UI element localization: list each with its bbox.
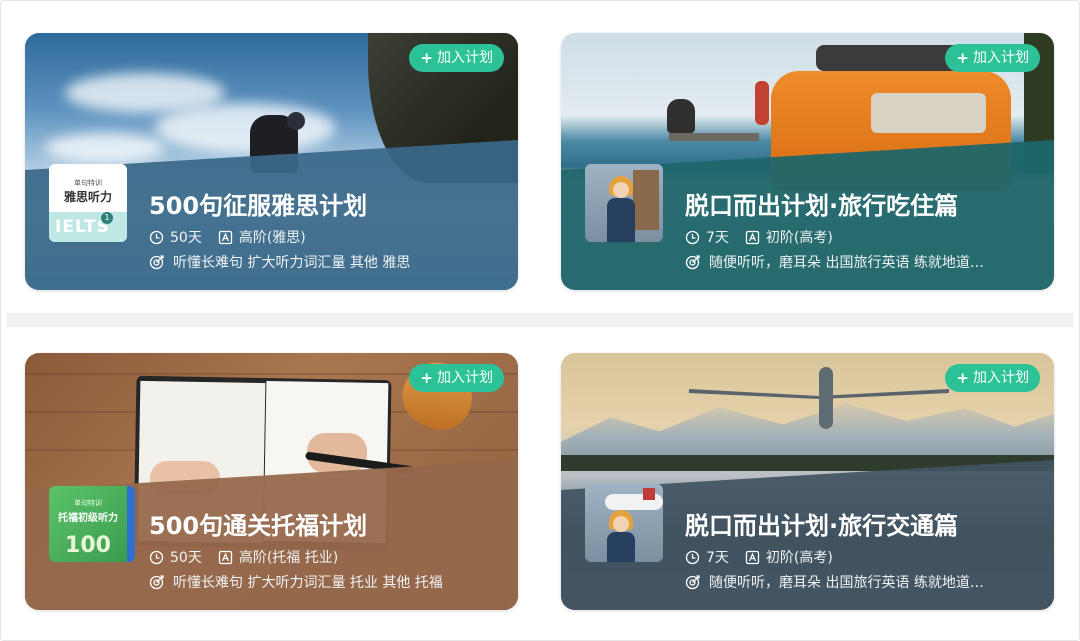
clock-icon bbox=[685, 550, 700, 565]
level-icon bbox=[218, 230, 233, 245]
plan-level: 初阶(高考) bbox=[765, 230, 833, 246]
plan-duration: 7天 bbox=[706, 550, 729, 566]
plan-description: 听懂长难句 扩大听力词汇量 托业 其他 托福 bbox=[149, 572, 443, 592]
level-icon bbox=[218, 550, 233, 565]
plan-duration: 7天 bbox=[706, 230, 729, 246]
plan-duration: 50天 bbox=[170, 550, 202, 566]
target-icon bbox=[149, 254, 165, 270]
plus-icon: + bbox=[956, 369, 969, 387]
plan-description: 随便听听，磨耳朵 出国旅行英语 练就地道… bbox=[685, 572, 984, 592]
target-icon bbox=[685, 574, 701, 590]
plan-title: 脱口而出计划·旅行交通篇 bbox=[685, 512, 959, 540]
plus-icon: + bbox=[420, 49, 433, 67]
plan-title: 500句通关托福计划 bbox=[149, 512, 368, 540]
plan-description: 随便听听，磨耳朵 出国旅行英语 练就地道… bbox=[685, 252, 984, 272]
plus-icon: + bbox=[956, 49, 969, 67]
clock-icon bbox=[685, 230, 700, 245]
plan-duration: 50天 bbox=[170, 230, 202, 246]
plan-card-travel-transport[interactable]: + 加入计划 脱口而出计划·旅行交通篇 7天 初阶(高考) 随便听听，磨耳朵 出… bbox=[561, 353, 1054, 610]
target-icon bbox=[685, 254, 701, 270]
plan-title: 脱口而出计划·旅行吃住篇 bbox=[685, 192, 959, 220]
plan-meta: 50天 高阶(托福 托业) bbox=[149, 547, 338, 567]
plan-description: 听懂长难句 扩大听力词汇量 其他 雅思 bbox=[149, 252, 410, 272]
course-thumbnail: 单句特训 雅思听力 IELTS 1 bbox=[49, 164, 127, 242]
plan-meta: 7天 初阶(高考) bbox=[685, 227, 833, 247]
plan-level: 初阶(高考) bbox=[765, 550, 833, 566]
clock-icon bbox=[149, 550, 164, 565]
plan-title: 500句征服雅思计划 bbox=[149, 192, 368, 220]
course-thumbnail bbox=[585, 164, 663, 242]
course-thumbnail bbox=[585, 484, 663, 562]
plan-meta: 50天 高阶(雅思) bbox=[149, 227, 306, 247]
add-to-plan-button[interactable]: + 加入计划 bbox=[945, 364, 1040, 392]
plus-icon: + bbox=[420, 369, 433, 387]
plan-level: 高阶(托福 托业) bbox=[238, 550, 339, 566]
target-icon bbox=[149, 574, 165, 590]
add-to-plan-button[interactable]: + 加入计划 bbox=[945, 44, 1040, 72]
add-to-plan-button[interactable]: + 加入计划 bbox=[409, 44, 504, 72]
clock-icon bbox=[149, 230, 164, 245]
level-icon bbox=[745, 550, 760, 565]
plan-level: 高阶(雅思) bbox=[238, 230, 306, 246]
plan-card-toefl[interactable]: + 加入计划 单句特训 托福初级听力 100 500句通关托福计划 50天 高阶… bbox=[25, 353, 518, 610]
plan-card-ielts[interactable]: + 加入计划 单句特训 雅思听力 IELTS 1 500句征服雅思计划 50天 … bbox=[25, 33, 518, 290]
row-divider bbox=[6, 313, 1074, 327]
add-to-plan-button[interactable]: + 加入计划 bbox=[409, 364, 504, 392]
course-thumbnail: 单句特训 托福初级听力 100 bbox=[49, 486, 135, 562]
plan-meta: 7天 初阶(高考) bbox=[685, 547, 833, 567]
level-icon bbox=[745, 230, 760, 245]
plan-card-travel-food[interactable]: + 加入计划 脱口而出计划·旅行吃住篇 7天 初阶(高考) 随便听听，磨耳朵 出… bbox=[561, 33, 1054, 290]
